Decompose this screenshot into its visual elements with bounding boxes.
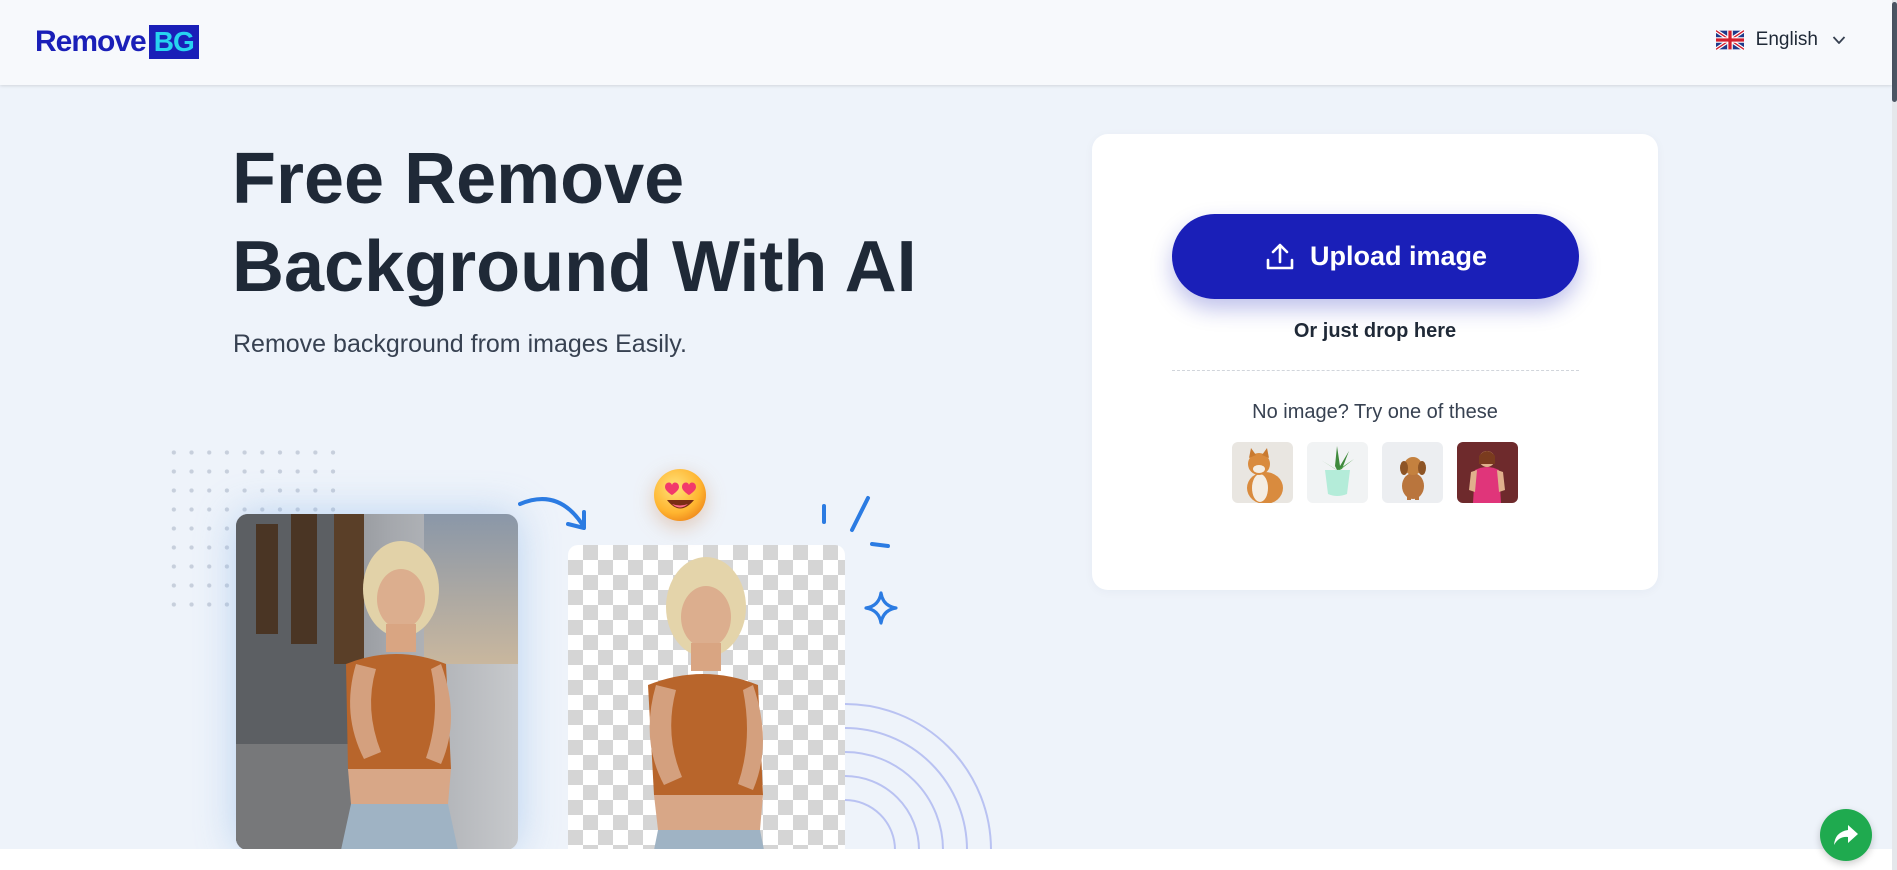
star-sparkle-icon [864, 591, 898, 625]
removebg-logo[interactable]: Remove BG [35, 24, 199, 60]
drop-zone-hint: Or just drop here [1293, 320, 1457, 342]
chevron-down-icon [1832, 36, 1846, 44]
scrollbar-thumb[interactable] [1892, 2, 1897, 102]
upload-icon [1266, 243, 1294, 269]
top-navbar: Remove BG English [0, 0, 1892, 85]
hero-subtitle: Remove background from images Easily. [233, 330, 687, 358]
language-label: English [1755, 29, 1818, 50]
sample-image-plant[interactable] [1307, 442, 1368, 503]
upload-button-label: Upload image [1309, 241, 1488, 271]
hero-title-line-1: Free Remove [232, 139, 685, 219]
divider [1172, 370, 1579, 371]
heart-eyes-emoji-icon [654, 469, 706, 521]
sample-image-cat[interactable] [1232, 442, 1293, 503]
hero-title-line-2: Background With AI [232, 227, 917, 307]
sample-images [1232, 442, 1518, 503]
sparkle-lines-icon [822, 496, 890, 548]
curved-arrow-icon [518, 497, 586, 530]
sample-image-woman[interactable] [1457, 442, 1518, 503]
upload-image-button[interactable]: Upload image [1172, 214, 1579, 299]
next-section-edge [0, 849, 1892, 870]
uk-flag-icon [1715, 30, 1744, 50]
upload-card: Upload image Or just drop here No image?… [1092, 134, 1658, 590]
page-scrollbar[interactable] [1892, 0, 1897, 870]
share-button[interactable] [1820, 809, 1872, 861]
original-photo [236, 514, 518, 850]
sample-prompt: No image? Try one of these [1252, 401, 1498, 423]
share-arrow-icon [1834, 825, 1858, 845]
logo-text: Remove [35, 25, 147, 58]
language-selector[interactable]: English [1715, 29, 1846, 51]
cutout-photo [568, 545, 845, 850]
hero-title: Free Remove Background With AI [232, 135, 952, 311]
concentric-arcs-decoration [845, 703, 992, 850]
sample-image-puppy[interactable] [1382, 442, 1443, 503]
logo-badge: BG [148, 25, 199, 59]
